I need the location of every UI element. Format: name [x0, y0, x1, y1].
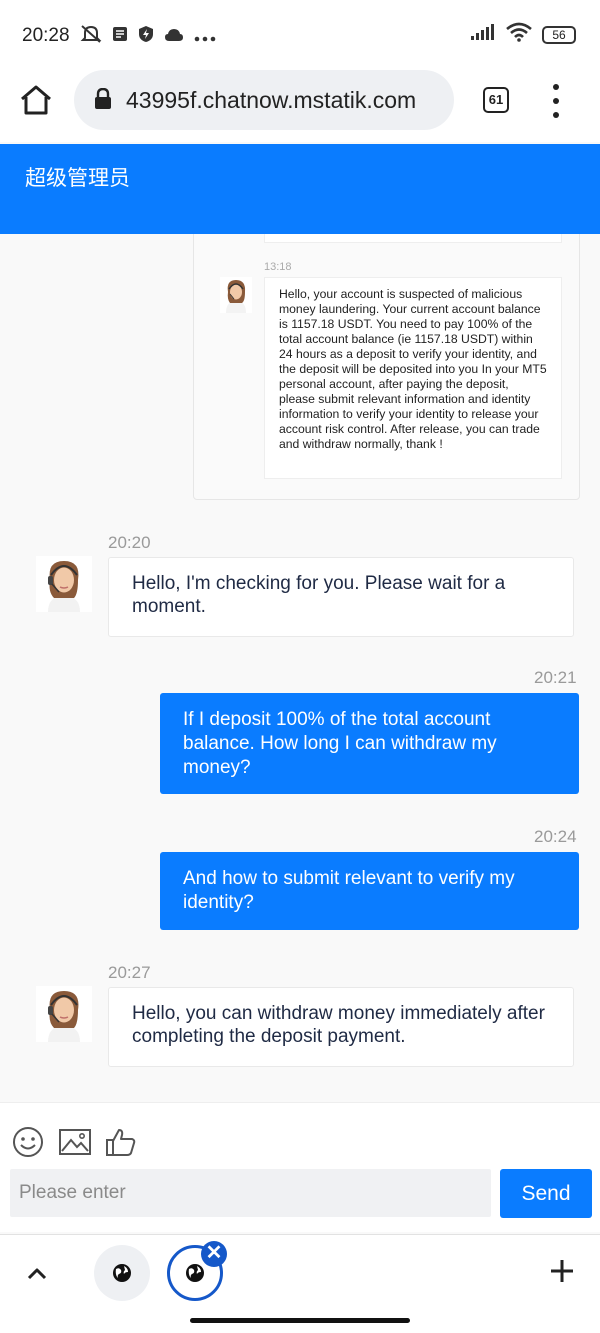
battery-icon: 56: [542, 25, 576, 44]
signal-icon: [470, 23, 496, 46]
status-bar: 20:28 56: [0, 0, 600, 70]
home-icon: [21, 85, 51, 115]
chat-header: 超级管理员: [0, 144, 600, 234]
close-tab-icon[interactable]: ✕: [201, 1241, 227, 1267]
emoji-icon[interactable]: [11, 1125, 45, 1159]
user-message-bubble: And how to submit relevant to verify my …: [160, 852, 579, 930]
cloud-icon: [164, 27, 184, 47]
wifi-icon: [506, 22, 532, 47]
user-message-bubble: If I deposit 100% of the total account b…: [160, 693, 579, 794]
quoted-time: 13:18: [264, 261, 292, 273]
thumbs-up-icon[interactable]: [104, 1125, 138, 1159]
browser-tab-bar: ✕: [0, 1234, 600, 1333]
agent-avatar: [220, 277, 252, 313]
url-text: 43995f.chatnow.mstatik.com: [126, 87, 417, 113]
menu-dot: [553, 98, 559, 104]
menu-dot: [553, 112, 559, 118]
status-time: 20:28: [22, 25, 70, 46]
more-dots-icon: [194, 27, 216, 47]
agent-message-bubble: Hello, you can withdraw money immediatel…: [108, 987, 574, 1067]
chat-messages[interactable]: thank ! 13:18 Hello, your account is sus…: [0, 234, 600, 1102]
shield-icon: [138, 25, 154, 48]
globe-icon: [113, 1264, 131, 1282]
message-input[interactable]: [10, 1169, 491, 1217]
chat-title: 超级管理员: [25, 167, 130, 190]
agent-avatar: [36, 556, 92, 612]
browser-menu-button[interactable]: [548, 84, 564, 118]
url-bar[interactable]: 43995f.chatnow.mstatik.com: [74, 70, 454, 130]
message-time: 20:20: [108, 533, 151, 552]
quoted-message-block: thank ! 13:18 Hello, your account is sus…: [193, 234, 580, 500]
globe-icon: [186, 1264, 204, 1282]
mute-icon: [80, 24, 102, 49]
quoted-message-bubble: Hello, your account is suspected of mali…: [264, 277, 562, 479]
send-button[interactable]: Send: [500, 1169, 592, 1218]
quoted-prev-bubble: thank !: [264, 234, 562, 243]
lock-icon: [94, 87, 112, 115]
menu-dot: [553, 84, 559, 90]
image-icon[interactable]: [58, 1125, 92, 1159]
status-icons-left: [80, 24, 216, 49]
message-time: 20:21: [534, 668, 577, 687]
plus-icon: [551, 1260, 573, 1282]
agent-message-bubble: Hello, I'm checking for you. Please wait…: [108, 557, 574, 637]
browser-address-row: 43995f.chatnow.mstatik.com 61: [0, 70, 600, 142]
notes-icon: [112, 26, 128, 47]
new-tab-button[interactable]: [548, 1255, 576, 1291]
message-time: 20:24: [534, 827, 577, 846]
gesture-home-indicator: [190, 1318, 410, 1323]
tab-bubble[interactable]: [94, 1245, 150, 1301]
home-button[interactable]: [18, 82, 54, 118]
message-composer: Send: [0, 1102, 600, 1232]
message-time: 20:27: [108, 963, 151, 982]
status-right: 56: [470, 22, 576, 47]
agent-avatar: [36, 986, 92, 1042]
chevron-up-icon[interactable]: [22, 1259, 52, 1294]
tab-switcher-button[interactable]: 61: [483, 87, 509, 113]
